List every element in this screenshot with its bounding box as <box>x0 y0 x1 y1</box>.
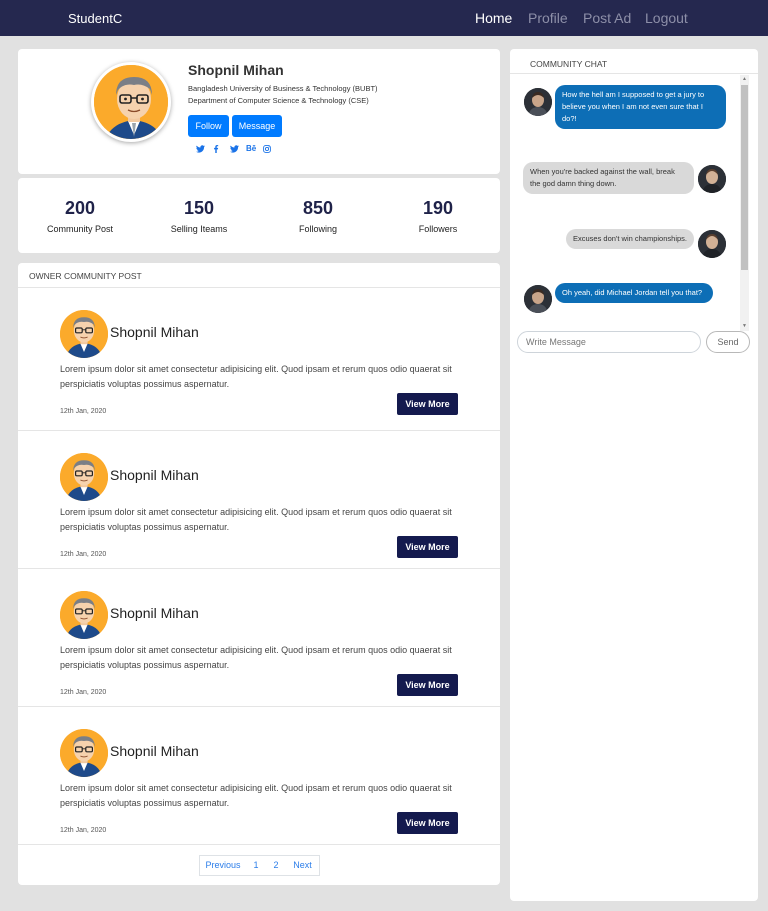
behance-icon[interactable]: Bē <box>246 144 256 153</box>
chat-title: COMMUNITY CHAT <box>530 59 608 69</box>
stat-following-value: 850 <box>302 198 334 218</box>
posts-section-title: OWNER COMMUNITY POST <box>29 271 142 281</box>
chat-message-outgoing: How the hell am I supposed to get a jury… <box>555 85 726 129</box>
post-date: 12th Jan, 2020 <box>60 408 107 415</box>
divider <box>18 844 500 845</box>
cartoon-avatar-icon <box>60 310 108 358</box>
stat-selling-items-value: 150 <box>183 198 215 218</box>
instagram-icon[interactable] <box>263 145 271 155</box>
post-item: Shopnil Mihan Lorem ipsum dolor sit amet… <box>18 706 500 844</box>
profile-name: Shopnil Mihan <box>188 62 284 78</box>
scroll-up-arrow-icon[interactable]: ▲ <box>740 76 749 82</box>
nav-link-logout[interactable]: Logout <box>645 10 688 26</box>
post-text: Lorem ipsum dolor sit amet consectetur a… <box>60 507 452 532</box>
chat-message-outgoing: Oh yeah, did Michael Jordan tell you tha… <box>555 283 713 303</box>
stat-followers-label: Followers <box>418 224 458 234</box>
stat-selling-items-label: Selling Iteams <box>170 224 228 234</box>
post-author-avatar <box>60 310 108 358</box>
pagination-next[interactable]: Next <box>286 855 320 876</box>
post-author-avatar <box>60 729 108 777</box>
follow-button[interactable]: Follow <box>188 115 229 137</box>
view-more-button[interactable]: View More <box>397 393 458 415</box>
stat-followers-value: 190 <box>422 198 454 218</box>
chat-message-input[interactable]: Write Message <box>517 331 701 353</box>
post-date: 12th Jan, 2020 <box>60 827 107 834</box>
post-author-name: Shopnil Mihan <box>110 467 199 483</box>
post-item: Shopnil Mihan Lorem ipsum dolor sit amet… <box>18 287 500 425</box>
profile-department: Department of Computer Science & Technol… <box>188 96 369 105</box>
navbar: StudentC Home Profile Post Ad Logout <box>0 0 768 36</box>
cartoon-avatar-icon <box>60 729 108 777</box>
stat-community-post-value: 200 <box>64 198 96 218</box>
chat-message-incoming: When you're backed against the wall, bre… <box>523 162 694 194</box>
view-more-button[interactable]: View More <box>397 536 458 558</box>
post-author-avatar <box>60 453 108 501</box>
chat-message-incoming: Excuses don't win championships. <box>566 229 694 249</box>
facebook-icon[interactable] <box>213 145 219 155</box>
twitter-icon[interactable] <box>230 145 239 155</box>
profile-avatar <box>91 62 171 142</box>
divider <box>510 73 758 74</box>
message-button[interactable]: Message <box>232 115 282 137</box>
chat-user-avatar <box>698 230 726 258</box>
post-author-name: Shopnil Mihan <box>110 324 199 340</box>
brand-logo[interactable]: StudentC <box>68 11 122 26</box>
post-item: Shopnil Mihan Lorem ipsum dolor sit amet… <box>18 430 500 568</box>
post-date: 12th Jan, 2020 <box>60 689 107 696</box>
nav-link-home[interactable]: Home <box>475 10 512 26</box>
stat-community-post-label: Community Post <box>46 224 114 234</box>
pagination-page-1[interactable]: 1 <box>246 855 267 876</box>
post-text: Lorem ipsum dolor sit amet consectetur a… <box>60 364 452 389</box>
view-more-button[interactable]: View More <box>397 812 458 834</box>
scroll-down-arrow-icon[interactable]: ▼ <box>740 323 749 329</box>
chat-user-avatar <box>524 88 552 116</box>
twitter-icon[interactable] <box>196 145 205 155</box>
stat-following-label: Following <box>298 224 338 234</box>
nav-link-profile[interactable]: Profile <box>528 10 568 26</box>
view-more-button[interactable]: View More <box>397 674 458 696</box>
nav-link-post-ad[interactable]: Post Ad <box>583 10 631 26</box>
post-item: Shopnil Mihan Lorem ipsum dolor sit amet… <box>18 568 500 706</box>
post-date: 12th Jan, 2020 <box>60 551 107 558</box>
post-author-name: Shopnil Mihan <box>110 743 199 759</box>
post-text: Lorem ipsum dolor sit amet consectetur a… <box>60 645 452 670</box>
pagination-page-2[interactable]: 2 <box>266 855 287 876</box>
post-text: Lorem ipsum dolor sit amet consectetur a… <box>60 783 452 808</box>
post-author-name: Shopnil Mihan <box>110 605 199 621</box>
cartoon-avatar-icon <box>60 453 108 501</box>
chat-scrollbar[interactable]: ▲ ▼ <box>740 75 749 331</box>
pagination-previous[interactable]: Previous <box>199 855 247 876</box>
chat-scrollbar-thumb[interactable] <box>741 85 748 270</box>
send-button[interactable]: Send <box>706 331 750 353</box>
profile-university: Bangladesh University of Business & Tech… <box>188 84 378 93</box>
post-author-avatar <box>60 591 108 639</box>
cartoon-avatar-icon <box>60 591 108 639</box>
chat-user-avatar <box>698 165 726 193</box>
chat-user-avatar <box>524 285 552 313</box>
